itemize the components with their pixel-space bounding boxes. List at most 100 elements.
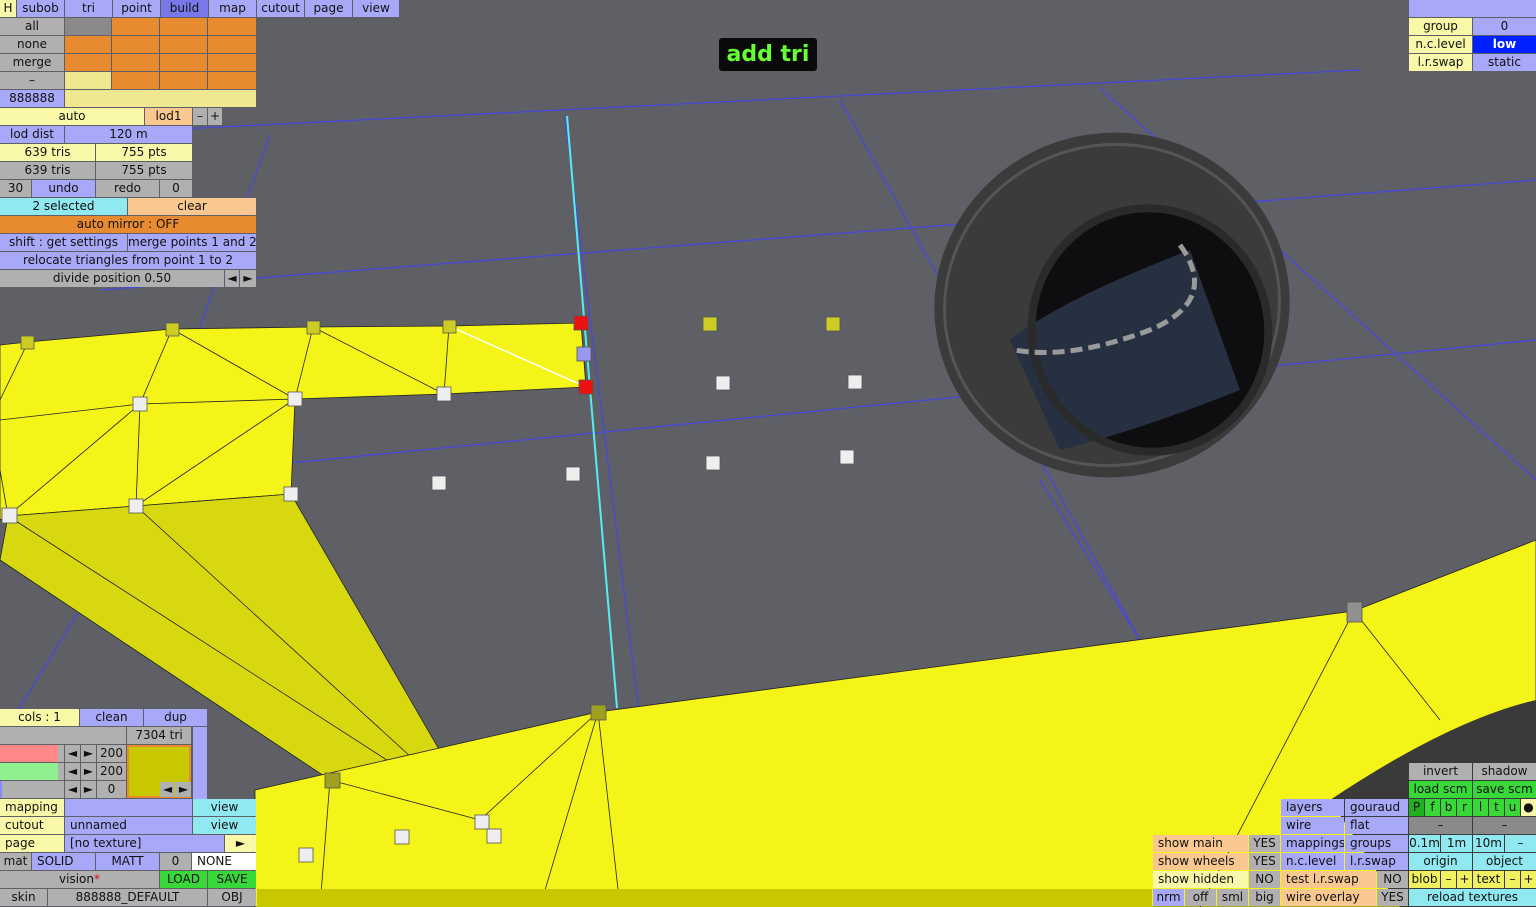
swatch-right-arrow-icon[interactable]: ► [176,782,191,797]
nc-level-button[interactable]: n.c.level [1281,853,1344,870]
lr-swap-value[interactable]: static [1473,54,1536,71]
view-dot-icon[interactable]: ● [1521,799,1536,816]
mat-none-value[interactable]: NONE [192,853,256,870]
blue-slider[interactable] [0,781,64,798]
select-none-button[interactable]: none [0,36,64,53]
divide-right-arrow-icon[interactable]: ► [240,270,256,287]
view-f-button[interactable]: f [1425,799,1440,816]
swatch-cell[interactable] [112,54,159,71]
view-b-button[interactable]: b [1441,799,1456,816]
nrm-button[interactable]: nrm [1153,889,1184,906]
swatch-cell[interactable] [208,72,256,89]
swatch-left-arrow-icon[interactable]: ◄ [160,782,175,797]
view-l-button[interactable]: l [1473,799,1488,816]
test-lr-swap-toggle[interactable]: NO [1377,871,1408,888]
group-value[interactable]: 0 [1473,18,1536,35]
redo-button[interactable]: redo [96,180,159,197]
merge-points-button[interactable]: merge points 1 and 2 [128,234,256,251]
swatch-cell[interactable] [160,36,207,53]
sml-button[interactable]: sml [1217,889,1248,906]
view-r-button[interactable]: r [1457,799,1472,816]
load-scm-button[interactable]: load scm [1409,781,1472,798]
tab-cutout[interactable]: cutout [257,0,304,17]
page-arrow-icon[interactable]: ► [225,835,256,852]
red-slider[interactable] [0,745,64,762]
swatch-cell[interactable] [208,54,256,71]
swatch-cell[interactable] [112,72,159,89]
swatch-cell[interactable] [65,36,111,53]
tab-point[interactable]: point [113,0,160,17]
wire-overlay-toggle[interactable]: YES [1377,889,1408,906]
show-hidden-toggle[interactable]: NO [1249,871,1280,888]
dash-button-1[interactable]: – [1409,817,1472,834]
nc-level-value[interactable]: low [1473,36,1536,53]
green-left-arrow-icon[interactable]: ◄ [65,763,80,780]
text-minus-button[interactable]: – [1505,871,1520,888]
view-u-button[interactable]: u [1505,799,1520,816]
big-button[interactable]: big [1249,889,1280,906]
tab-view[interactable]: view [353,0,399,17]
mat-matt-button[interactable]: MATT [96,853,159,870]
tab-map[interactable]: map [209,0,256,17]
dash-button-2[interactable]: – [1473,817,1536,834]
undo-button[interactable]: undo [32,180,95,197]
swatch-cell[interactable] [112,36,159,53]
view-t-button[interactable]: t [1489,799,1504,816]
help-button[interactable]: H [0,0,16,17]
gouraud-button[interactable]: gouraud [1345,799,1408,816]
cutout-value[interactable]: unnamed [65,817,192,834]
step-minus-button[interactable]: – [1505,835,1536,852]
relocate-triangles-button[interactable]: relocate triangles from point 1 to 2 [0,252,256,269]
swatch-cell[interactable] [208,18,256,35]
divide-left-arrow-icon[interactable]: ◄ [225,270,239,287]
show-main-toggle[interactable]: YES [1249,835,1280,852]
swatch-cell[interactable] [65,18,111,35]
save-scm-button[interactable]: save scm [1473,781,1536,798]
step-10m-button[interactable]: 10m [1473,835,1504,852]
off-button[interactable]: off [1185,889,1216,906]
auto-button[interactable]: auto [0,108,144,125]
cutout-view-button[interactable]: view [193,817,256,834]
load-button[interactable]: LOAD [160,871,207,888]
green-right-arrow-icon[interactable]: ► [81,763,96,780]
blue-left-arrow-icon[interactable]: ◄ [65,781,80,798]
swatch-cell[interactable] [160,18,207,35]
blue-right-arrow-icon[interactable]: ► [81,781,96,798]
step-0-1m-button[interactable]: 0.1m [1409,835,1440,852]
red-left-arrow-icon[interactable]: ◄ [65,745,80,762]
merge-button[interactable]: merge [0,54,64,71]
step-1m-button[interactable]: 1m [1441,835,1472,852]
swatch-cell[interactable] [65,54,111,71]
dup-button[interactable]: dup [144,709,207,726]
green-slider[interactable] [0,763,64,780]
swatch-cell[interactable] [160,72,207,89]
select-all-button[interactable]: all [0,18,64,35]
lod-plus-button[interactable]: + [208,108,222,125]
mat-solid-button[interactable]: SOLID [32,853,95,870]
auto-mirror-toggle[interactable]: auto mirror : OFF [0,216,256,233]
obj-button[interactable]: OBJ [208,889,256,906]
object-button[interactable]: object [1473,853,1536,870]
wire-button[interactable]: wire [1281,817,1344,834]
tab-tri[interactable]: tri [65,0,112,17]
dash-button[interactable]: – [0,72,64,89]
tab-build[interactable]: build [161,0,208,17]
tab-subob[interactable]: subob [17,0,64,17]
mapping-value[interactable] [65,799,192,816]
swatch-cell[interactable] [65,72,111,89]
flat-button[interactable]: flat [1345,817,1408,834]
clear-button[interactable]: clear [128,198,256,215]
view-p-button[interactable]: P [1409,799,1424,816]
swatch-cell[interactable] [160,54,207,71]
lod-dist-value[interactable]: 120 m [65,126,192,143]
mapping-view-button[interactable]: view [193,799,256,816]
blob-minus-button[interactable]: – [1441,871,1456,888]
shift-get-settings[interactable]: shift : get settings [0,234,127,251]
mappings-button[interactable]: mappings [1281,835,1344,852]
groups-button[interactable]: groups [1345,835,1408,852]
show-wheels-toggle[interactable]: YES [1249,853,1280,870]
blob-plus-button[interactable]: + [1457,871,1472,888]
text-plus-button[interactable]: + [1521,871,1536,888]
reload-textures-button[interactable]: reload textures [1409,889,1536,906]
red-right-arrow-icon[interactable]: ► [81,745,96,762]
